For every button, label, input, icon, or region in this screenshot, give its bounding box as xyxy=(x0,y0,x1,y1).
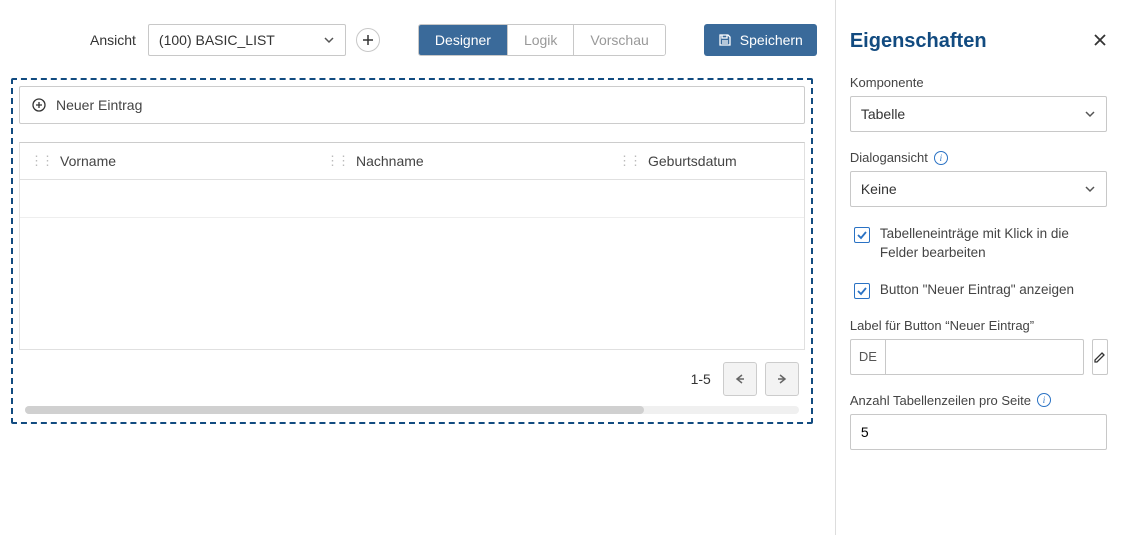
dialog-select[interactable]: Keine xyxy=(850,171,1107,207)
info-icon[interactable]: i xyxy=(1037,393,1051,407)
info-icon[interactable]: i xyxy=(934,151,948,165)
check-icon xyxy=(857,286,867,296)
component-select-value: Tabelle xyxy=(861,106,905,122)
component-label: Komponente xyxy=(850,75,1107,90)
drag-handle-icon: ⋮⋮ xyxy=(618,153,640,169)
new-entry-label: Neuer Eintrag xyxy=(56,97,142,113)
drag-handle-icon: ⋮⋮ xyxy=(30,153,52,169)
toolbar: Ansicht (100) BASIC_LIST Designer Logik … xyxy=(0,0,835,80)
panel-title: Eigenschaften xyxy=(850,30,987,53)
column-header-geburtsdatum[interactable]: ⋮⋮Geburtsdatum xyxy=(608,143,804,179)
view-select[interactable]: (100) BASIC_LIST xyxy=(148,24,346,56)
checkbox-show-new-entry[interactable] xyxy=(854,283,870,299)
horizontal-scrollbar[interactable] xyxy=(25,406,799,414)
component-select[interactable]: Tabelle xyxy=(850,96,1107,132)
close-icon xyxy=(1093,33,1107,47)
plus-circle-icon xyxy=(32,98,46,112)
drag-handle-icon: ⋮⋮ xyxy=(326,153,348,169)
dialog-select-value: Keine xyxy=(861,181,897,197)
table-component: Neuer Eintrag ⋮⋮Vorname ⋮⋮Nachname ⋮⋮Geb… xyxy=(13,80,811,422)
design-canvas[interactable]: Neuer Eintrag ⋮⋮Vorname ⋮⋮Nachname ⋮⋮Geb… xyxy=(11,78,813,415)
pager-prev-button[interactable] xyxy=(723,362,757,396)
checkbox-inline-edit[interactable] xyxy=(854,227,870,243)
arrow-right-icon xyxy=(775,372,789,386)
chevron-down-icon xyxy=(1084,183,1096,195)
lang-prefix: DE xyxy=(850,339,885,375)
new-entry-button[interactable]: Neuer Eintrag xyxy=(19,86,805,124)
mode-tabs: Designer Logik Vorschau xyxy=(418,24,666,56)
arrow-left-icon xyxy=(733,372,747,386)
table-body xyxy=(19,180,805,350)
pager-range: 1-5 xyxy=(691,371,711,387)
column-header-nachname[interactable]: ⋮⋮Nachname xyxy=(316,143,608,179)
scrollbar-thumb[interactable] xyxy=(25,406,644,414)
pager: 1-5 xyxy=(19,350,805,406)
tab-designer[interactable]: Designer xyxy=(419,25,508,55)
table-row xyxy=(20,180,804,218)
view-select-value: (100) BASIC_LIST xyxy=(159,32,275,48)
column-header-vorname[interactable]: ⋮⋮Vorname xyxy=(20,143,316,179)
pencil-icon xyxy=(1093,350,1107,364)
rows-label: Anzahl Tabellenzeilen pro Seite xyxy=(850,393,1031,408)
button-label-input[interactable] xyxy=(885,339,1084,375)
edit-translations-button[interactable] xyxy=(1092,339,1108,375)
tab-vorschau[interactable]: Vorschau xyxy=(574,25,664,55)
chevron-down-icon xyxy=(1084,108,1096,120)
chevron-down-icon xyxy=(323,34,335,46)
dialog-label: Dialogansicht xyxy=(850,150,928,165)
checkbox-show-new-entry-label: Button "Neuer Eintrag" anzeigen xyxy=(880,281,1074,300)
button-label-label: Label für Button “Neuer Eintrag” xyxy=(850,318,1107,333)
check-icon xyxy=(857,230,867,240)
add-view-button[interactable] xyxy=(356,28,380,52)
rows-per-page-input[interactable] xyxy=(850,414,1107,450)
selected-component-frame[interactable]: Neuer Eintrag ⋮⋮Vorname ⋮⋮Nachname ⋮⋮Geb… xyxy=(11,78,813,424)
table-header: ⋮⋮Vorname ⋮⋮Nachname ⋮⋮Geburtsdatum xyxy=(19,142,805,180)
tab-logik[interactable]: Logik xyxy=(508,25,574,55)
close-panel-button[interactable] xyxy=(1093,31,1107,52)
save-icon xyxy=(718,33,732,47)
save-button[interactable]: Speichern xyxy=(704,24,817,56)
properties-panel: Eigenschaften Komponente Tabelle Dialoga… xyxy=(836,0,1127,535)
checkbox-inline-edit-label: Tabelleneinträge mit Klick in die Felder… xyxy=(880,225,1107,263)
view-label: Ansicht xyxy=(90,32,136,48)
pager-next-button[interactable] xyxy=(765,362,799,396)
plus-icon xyxy=(362,34,374,46)
